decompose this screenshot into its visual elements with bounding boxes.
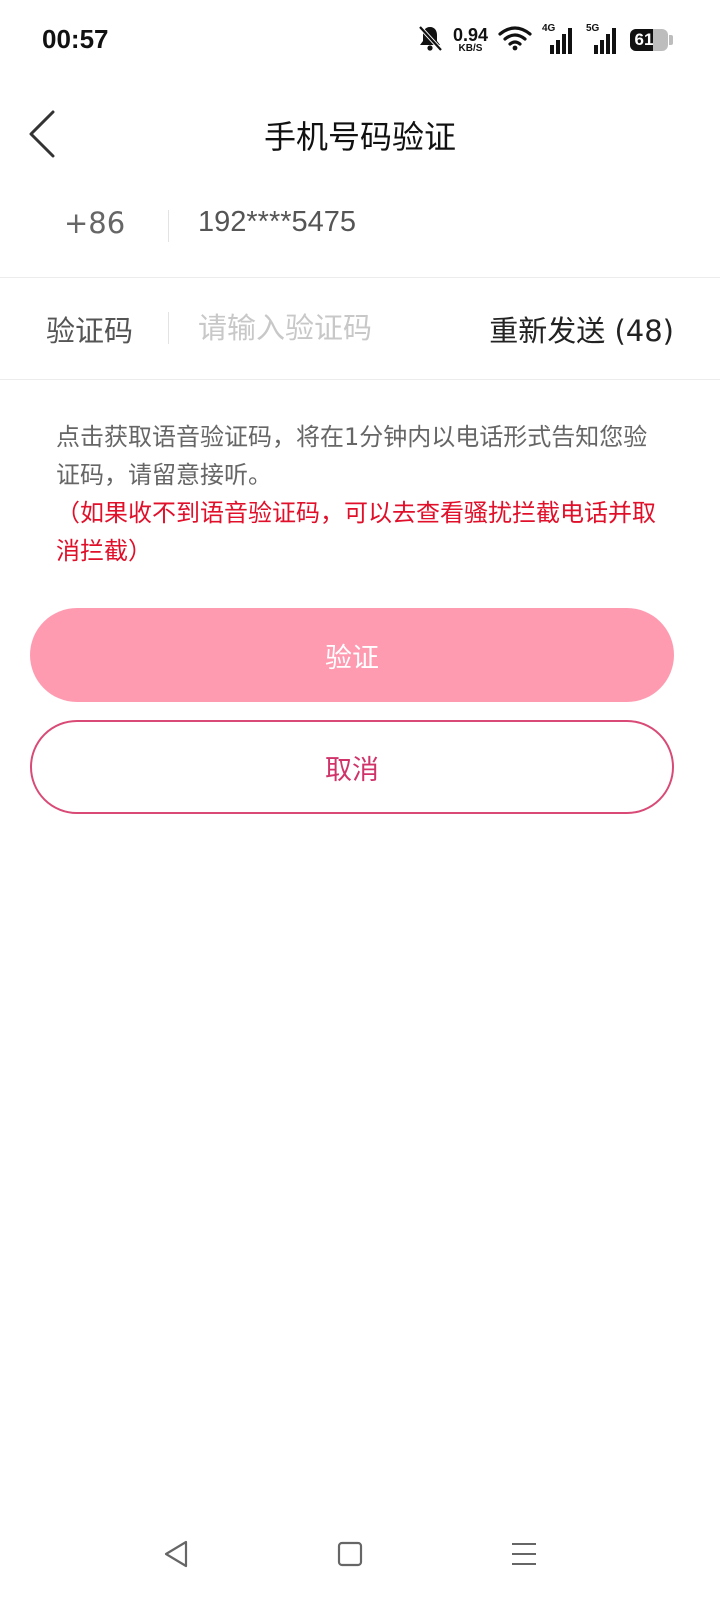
mute-bell-icon [417,24,443,56]
back-triangle-icon[interactable] [156,1534,196,1574]
voice-code-notice: 点击获取语音验证码，将在1分钟内以电话形式告知您验证码，请留意接听。 [56,423,648,489]
status-time: 00:57 [42,24,109,54]
sim2-signal-icon: 5G [586,23,620,55]
net-speed: 0.94 KB/S [453,26,488,54]
battery-level: 61 [634,30,654,49]
verify-button[interactable]: 验证 [30,608,674,702]
phone-row: +86 192****5475 [0,176,720,278]
net-speed-value: 0.94 [452,25,488,45]
sim1-signal-icon: 4G [542,23,576,55]
menu-lines-icon[interactable] [504,1534,544,1574]
resend-button[interactable]: 重新发送 (48) [489,308,674,350]
wifi-icon [498,25,532,55]
phone-number: 192****5475 [198,206,357,238]
field-divider [168,210,169,242]
net-speed-unit: KB/S [458,43,483,54]
status-icons: 0.94 KB/S 4G 5G 61 [417,22,674,58]
status-bar: 00:57 0.94 KB/S 4G 5G 61 [0,0,720,80]
system-nav-bar [0,1514,720,1604]
country-code[interactable]: +86 [64,206,174,240]
home-square-icon[interactable] [330,1534,370,1574]
field-divider [168,312,169,344]
code-input[interactable] [198,304,468,352]
voice-code-warning: （如果收不到语音验证码，可以去查看骚扰拦截电话并取消拦截） [56,499,656,565]
battery-icon: 61 [630,28,674,52]
code-label: 验证码 [46,314,134,348]
nav-bar: 手机号码验证 [0,96,720,176]
code-row: 验证码 重新发送 (48) [0,278,720,380]
page-title: 手机号码验证 [263,118,456,156]
cancel-button[interactable]: 取消 [30,720,674,814]
